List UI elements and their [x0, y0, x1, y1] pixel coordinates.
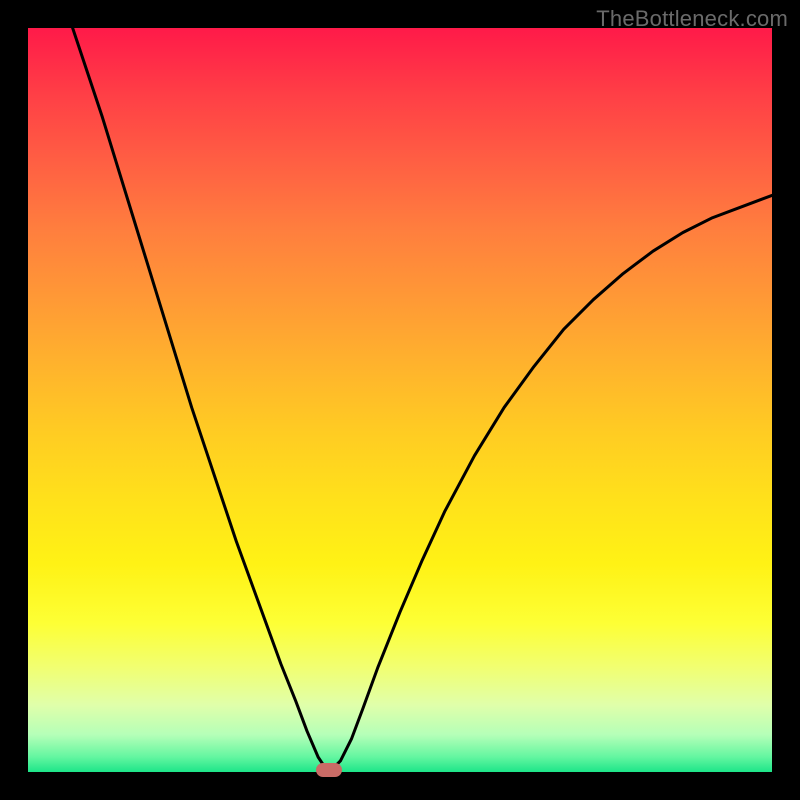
chart-plot-area — [28, 28, 772, 772]
chart-curve — [28, 28, 772, 772]
watermark-text: TheBottleneck.com — [596, 6, 788, 32]
optimum-marker — [316, 763, 342, 777]
